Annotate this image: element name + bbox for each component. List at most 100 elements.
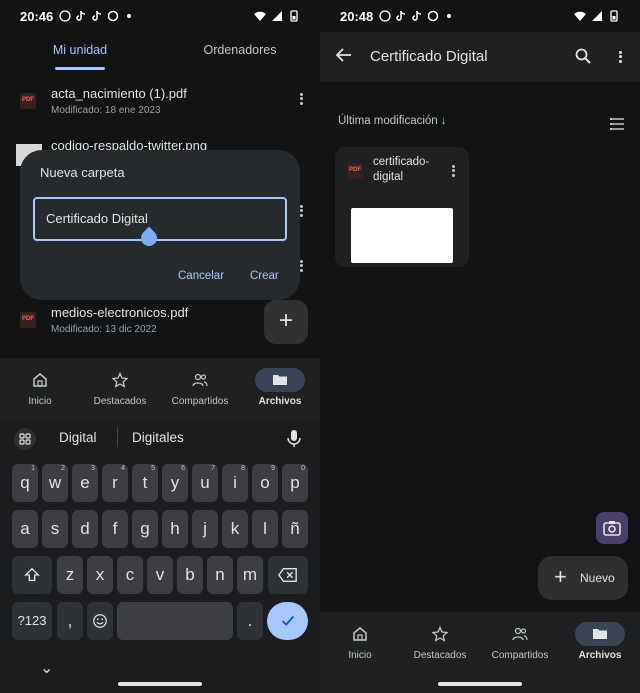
sort-button[interactable]: Última modificación ↓ bbox=[338, 115, 447, 127]
drive-tabs: Mi unidad Ordenadores bbox=[0, 32, 320, 72]
key-x[interactable]: x bbox=[87, 556, 113, 594]
key-g[interactable]: g bbox=[132, 510, 158, 548]
shift-key[interactable] bbox=[12, 556, 52, 594]
nav-item-destacados[interactable]: Destacados bbox=[400, 612, 480, 693]
tiktok-icon bbox=[92, 10, 102, 21]
whatsapp-icon bbox=[379, 10, 391, 22]
people-icon bbox=[192, 373, 208, 387]
microphone-icon[interactable] bbox=[283, 427, 305, 449]
key-k[interactable]: k bbox=[222, 510, 248, 548]
collapse-keyboard-icon[interactable]: ⌄ bbox=[40, 658, 53, 678]
tab-label: Mi unidad bbox=[52, 43, 108, 57]
threads-icon bbox=[428, 10, 439, 22]
enter-key[interactable] bbox=[267, 602, 308, 640]
wifi-icon bbox=[254, 11, 266, 21]
status-bar: 20:46 bbox=[0, 0, 320, 32]
key-l[interactable]: l bbox=[252, 510, 278, 548]
plus-icon: + bbox=[554, 564, 567, 589]
file-row[interactable]: acta_nacimiento (1).pdf Modificado: 18 e… bbox=[0, 83, 320, 133]
key-e[interactable]: 3e bbox=[72, 464, 98, 502]
key-t[interactable]: 5t bbox=[132, 464, 158, 502]
key-r[interactable]: 4r bbox=[102, 464, 128, 502]
key-letter: t bbox=[142, 473, 148, 492]
tab-ordenadores[interactable]: Ordenadores bbox=[160, 32, 320, 72]
key-h[interactable]: h bbox=[162, 510, 188, 548]
nav-item-compartidos[interactable]: Compartidos bbox=[160, 358, 240, 420]
emoji-icon bbox=[93, 614, 107, 628]
key-a[interactable]: a bbox=[12, 510, 38, 548]
file-row[interactable]: codigo-respaldo-twitter.png bbox=[0, 136, 320, 150]
new-button-label: Nuevo bbox=[580, 571, 615, 585]
home-icon bbox=[33, 373, 47, 387]
key-c[interactable]: c bbox=[117, 556, 143, 594]
suggestion-word[interactable]: Digitales bbox=[132, 430, 184, 445]
create-button[interactable]: Crear bbox=[250, 270, 279, 282]
key-number-hint: 0 bbox=[301, 465, 305, 472]
nav-item-archivos[interactable]: Archivos bbox=[240, 358, 320, 420]
more-options-icon[interactable] bbox=[617, 49, 623, 65]
key-i[interactable]: 8i bbox=[222, 464, 248, 502]
new-item-fab[interactable]: + bbox=[264, 300, 308, 344]
apps-grid-icon[interactable] bbox=[14, 428, 36, 450]
pdf-icon bbox=[347, 163, 363, 179]
folder-name-input[interactable]: Certificado Digital bbox=[33, 197, 287, 241]
battery-icon bbox=[290, 10, 298, 22]
period-key[interactable]: . bbox=[237, 602, 263, 640]
file-name: certificado-digital bbox=[373, 156, 430, 183]
search-icon[interactable] bbox=[574, 47, 592, 65]
key-j[interactable]: j bbox=[192, 510, 218, 548]
file-thumbnail bbox=[351, 208, 453, 263]
key-u[interactable]: 7u bbox=[192, 464, 218, 502]
tiktok-icon bbox=[76, 10, 86, 21]
file-date: Modificado: 13 dic 2022 bbox=[51, 324, 157, 335]
key-number-hint: 8 bbox=[241, 465, 245, 472]
backspace-key[interactable] bbox=[268, 556, 308, 594]
key-f[interactable]: f bbox=[102, 510, 128, 548]
status-time: 20:46 bbox=[20, 8, 54, 24]
key-b[interactable]: b bbox=[177, 556, 203, 594]
key-ñ[interactable]: ñ bbox=[282, 510, 308, 548]
key-z[interactable]: z bbox=[57, 556, 83, 594]
key-m[interactable]: m bbox=[237, 556, 263, 594]
emoji-key[interactable] bbox=[87, 602, 113, 640]
key-w[interactable]: 2w bbox=[42, 464, 68, 502]
list-view-icon[interactable] bbox=[610, 118, 624, 130]
nav-label: Archivos bbox=[578, 650, 622, 661]
key-n[interactable]: n bbox=[207, 556, 233, 594]
key-d[interactable]: d bbox=[72, 510, 98, 548]
key-y[interactable]: 6y bbox=[162, 464, 188, 502]
key-number-hint: 5 bbox=[151, 465, 155, 472]
nav-label: Destacados bbox=[413, 650, 467, 661]
dot-icon bbox=[127, 14, 132, 18]
nav-item-inicio[interactable]: Inicio bbox=[320, 612, 400, 693]
back-arrow-icon[interactable] bbox=[334, 45, 354, 65]
more-options-icon[interactable] bbox=[449, 163, 457, 179]
star-icon bbox=[432, 626, 448, 642]
file-card[interactable]: certificado-digital bbox=[335, 147, 469, 267]
suggestion-word[interactable]: Digital bbox=[59, 430, 97, 445]
nav-item-inicio[interactable]: Inicio bbox=[0, 358, 80, 420]
cancel-button[interactable]: Cancelar bbox=[178, 270, 224, 282]
key-letter: q bbox=[20, 473, 30, 492]
key-p[interactable]: 0p bbox=[282, 464, 308, 502]
space-key[interactable] bbox=[117, 602, 233, 640]
nav-item-archivos[interactable]: Archivos bbox=[560, 612, 640, 693]
new-button[interactable]: + Nuevo bbox=[538, 556, 628, 600]
nav-label: Compartidos bbox=[171, 396, 229, 407]
key-v[interactable]: v bbox=[147, 556, 173, 594]
comma-key[interactable]: , bbox=[57, 602, 83, 640]
symbols-key[interactable]: ?123 bbox=[12, 602, 52, 640]
key-s[interactable]: s bbox=[42, 510, 68, 548]
more-options-icon[interactable] bbox=[297, 91, 305, 107]
tab-mi-unidad[interactable]: Mi unidad bbox=[0, 32, 160, 72]
nav-item-destacados[interactable]: Destacados bbox=[80, 358, 160, 420]
file-name: medios-electronicos.pdf bbox=[51, 305, 189, 320]
nav-item-compartidos[interactable]: Compartidos bbox=[480, 612, 560, 693]
key-q[interactable]: 1q bbox=[12, 464, 38, 502]
key-number-hint: 3 bbox=[91, 465, 95, 472]
key-o[interactable]: 9o bbox=[252, 464, 278, 502]
scan-camera-button[interactable] bbox=[596, 512, 628, 544]
battery-icon bbox=[610, 10, 618, 22]
file-name: acta_nacimiento (1).pdf bbox=[51, 86, 187, 101]
wifi-icon bbox=[574, 11, 586, 21]
